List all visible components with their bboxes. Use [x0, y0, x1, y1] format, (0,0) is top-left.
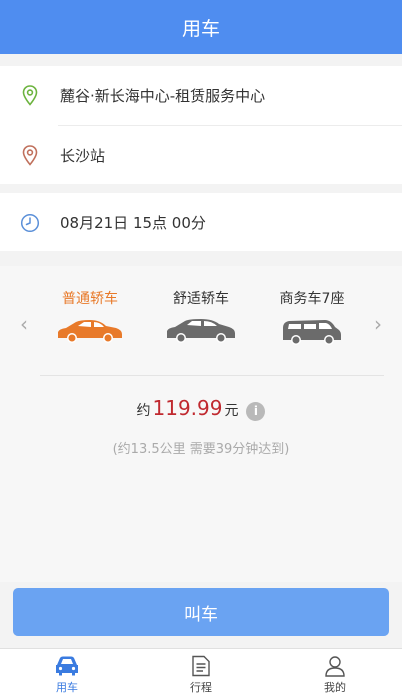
car-type-comfort[interactable]: 舒适轿车 [151, 288, 251, 346]
car-type-label: 普通轿车 [62, 291, 118, 307]
panel-divider [40, 375, 384, 376]
car-selection-panel: ‹ › 普通轿车 舒适轿车 商务车7座 约 119.99 元 i (约13.5公… [0, 266, 402, 582]
chevron-right-icon[interactable]: › [368, 312, 388, 336]
tab-mine[interactable]: 我的 [295, 649, 375, 695]
schedule-card: 08月21日 15点 00分 [0, 193, 402, 251]
route-card: 麓谷·新长海中心-租赁服务中心 长沙站 [0, 66, 402, 184]
suv-icon [167, 319, 235, 343]
fare-amount: 119.99 [152, 396, 223, 420]
pickup-pin-icon [20, 85, 40, 107]
sedan-icon [58, 320, 122, 343]
van-icon [283, 320, 341, 345]
bottom-tab-bar: 用车 行程 我的 [0, 648, 402, 695]
trip-estimate: (约13.5公里 需要39分钟达到) [112, 442, 290, 457]
document-icon [192, 655, 210, 677]
car-type-label: 商务车7座 [279, 291, 345, 307]
tab-label: 用车 [56, 681, 78, 694]
page-title: 用车 [181, 17, 220, 40]
fare-prefix: 约 [136, 403, 151, 419]
info-icon[interactable]: i [246, 402, 266, 421]
time-row[interactable]: 08月21日 15点 00分 [0, 193, 402, 252]
tab-label: 行程 [190, 681, 212, 694]
car-type-list: 普通轿车 舒适轿车 商务车7座 [40, 288, 362, 346]
tab-trips[interactable]: 行程 [161, 649, 241, 695]
fare-unit: 元 [224, 403, 239, 419]
car-type-label: 舒适轿车 [173, 291, 229, 307]
fare-line: 约 119.99 元 i [0, 396, 402, 421]
dropoff-row[interactable]: 长沙站 [0, 126, 402, 185]
app-header: 用车 [0, 0, 402, 54]
call-car-button[interactable]: 叫车 [13, 588, 389, 636]
tab-ride[interactable]: 用车 [27, 649, 107, 695]
pickup-address: 麓谷·新长海中心-租赁服务中心 [60, 87, 266, 105]
dropoff-pin-icon [20, 145, 40, 167]
pickup-row[interactable]: 麓谷·新长海中心-租赁服务中心 [0, 66, 402, 125]
pickup-time: 08月21日 15点 00分 [60, 214, 206, 232]
dropoff-address: 长沙站 [60, 147, 106, 165]
user-icon [325, 656, 345, 677]
clock-icon [20, 212, 40, 234]
chevron-left-icon[interactable]: ‹ [14, 312, 34, 336]
tab-label: 我的 [324, 681, 346, 694]
car-type-standard[interactable]: 普通轿车 [40, 288, 140, 346]
car-icon [56, 656, 78, 676]
car-type-business[interactable]: 商务车7座 [262, 288, 362, 346]
